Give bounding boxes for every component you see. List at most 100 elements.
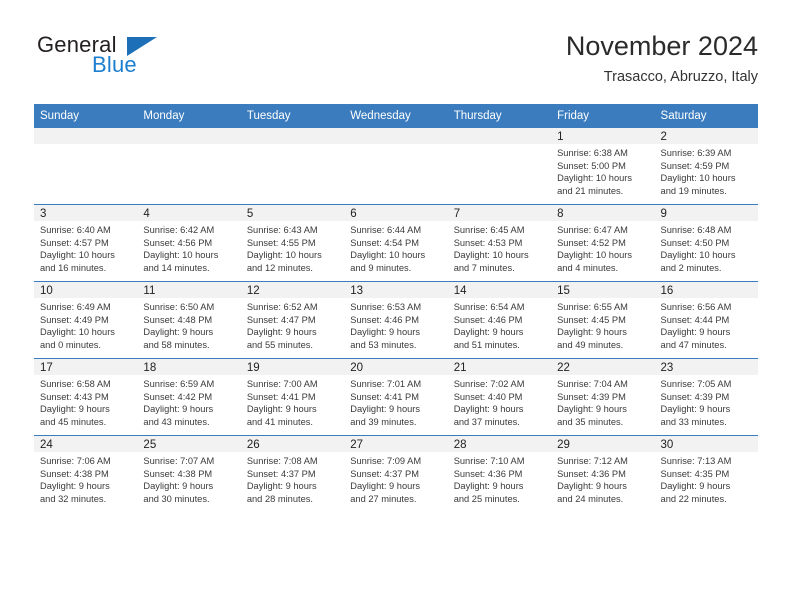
calendar-day-cell[interactable]: 9 Sunrise: 6:48 AM Sunset: 4:50 PM Daylight… (654, 204, 758, 282)
daylight-text-line1: Daylight: 9 hours (40, 481, 110, 492)
sunset-text: Sunset: 4:55 PM (246, 237, 316, 248)
daylight-text-line2: and 0 minutes. (40, 339, 101, 350)
sunset-text: Sunset: 4:50 PM (660, 237, 730, 248)
calendar-day-cell[interactable]: 7 Sunrise: 6:45 AM Sunset: 4:53 PM Daylight… (447, 204, 552, 282)
day-details: Sunrise: 7:13 AM Sunset: 4:35 PM Daylight:… (655, 452, 758, 505)
sunset-text: Sunset: 4:54 PM (350, 237, 419, 248)
calendar-week-row: 3 Sunrise: 6:40 AM Sunset: 4:57 PM Daylight… (34, 204, 758, 282)
daylight-text-line1: Daylight: 9 hours (350, 404, 421, 415)
weekday-header-tuesday: Tuesday (240, 104, 345, 128)
calendar-day-cell[interactable]: 11 Sunrise: 6:50 AM Sunset: 4:48 PM Dayligh… (137, 281, 241, 359)
day-number: 8 (551, 205, 655, 221)
sunset-text: Sunset: 4:35 PM (660, 468, 730, 479)
sunset-text: Sunset: 4:37 PM (350, 468, 419, 479)
daylight-text-line2: and 14 minutes. (143, 262, 210, 273)
daylight-text-line1: Daylight: 10 hours (557, 250, 633, 261)
sunset-text: Sunset: 4:53 PM (453, 237, 523, 248)
calendar-day-cell[interactable]: 29 Sunrise: 7:12 AM Sunset: 4:36 PM Dayligh… (551, 435, 655, 512)
calendar-day-cell[interactable]: 16 Sunrise: 6:56 AM Sunset: 4:44 PM Dayligh… (654, 281, 758, 359)
sunrise-text: Sunrise: 7:01 AM (350, 379, 422, 389)
general-blue-logo[interactable]: General Blue (34, 30, 294, 90)
daylight-text-line1: Daylight: 9 hours (453, 327, 524, 338)
calendar-day-cell[interactable]: 20 Sunrise: 7:01 AM Sunset: 4:41 PM Dayligh… (344, 358, 448, 436)
calendar-day-cell[interactable]: 23 Sunrise: 7:05 AM Sunset: 4:39 PM Dayligh… (654, 358, 758, 436)
calendar-day-cell[interactable]: 24 Sunrise: 7:06 AM Sunset: 4:38 PM Dayligh… (34, 435, 138, 512)
daylight-text-line1: Daylight: 9 hours (557, 404, 627, 415)
daylight-text-line1: Daylight: 9 hours (40, 404, 110, 415)
calendar-day-cell[interactable]: 19 Sunrise: 7:00 AM Sunset: 4:41 PM Dayligh… (240, 358, 345, 436)
day-number: 1 (551, 128, 655, 144)
day-number (137, 128, 241, 144)
sunrise-text: Sunrise: 7:00 AM (246, 379, 318, 389)
sunset-text: Sunset: 5:00 PM (557, 160, 626, 171)
day-number: 28 (447, 436, 552, 452)
calendar-day-cell[interactable]: 6 Sunrise: 6:44 AM Sunset: 4:54 PM Daylight… (344, 204, 448, 282)
day-details: Sunrise: 7:01 AM Sunset: 4:41 PM Daylight:… (344, 375, 447, 428)
calendar-day-cell-empty (34, 128, 138, 205)
calendar-day-cell[interactable]: 5 Sunrise: 6:43 AM Sunset: 4:55 PM Daylight… (240, 204, 345, 282)
sunrise-text: Sunrise: 7:07 AM (143, 456, 215, 466)
sunrise-text: Sunrise: 6:44 AM (350, 225, 422, 235)
calendar-day-cell[interactable]: 1 Sunrise: 6:38 AM Sunset: 5:00 PM Daylight… (551, 128, 655, 205)
calendar-day-cell[interactable]: 28 Sunrise: 7:10 AM Sunset: 4:36 PM Dayligh… (447, 435, 552, 512)
calendar-day-cell[interactable]: 21 Sunrise: 7:02 AM Sunset: 4:40 PM Dayligh… (447, 358, 552, 436)
daylight-text-line1: Daylight: 9 hours (660, 481, 731, 492)
daylight-text-line1: Daylight: 9 hours (143, 404, 214, 415)
calendar-day-cell[interactable]: 10 Sunrise: 6:49 AM Sunset: 4:49 PM Dayligh… (34, 281, 138, 359)
sunrise-sunset-calendar-table: Sunday Monday Tuesday Wednesday Thursday… (34, 104, 758, 512)
day-details: Sunrise: 6:56 AM Sunset: 4:44 PM Daylight:… (655, 298, 758, 351)
sunrise-text: Sunrise: 6:54 AM (453, 302, 525, 312)
calendar-day-cell[interactable]: 14 Sunrise: 6:54 AM Sunset: 4:46 PM Dayligh… (447, 281, 552, 359)
daylight-text-line2: and 55 minutes. (246, 339, 313, 350)
calendar-day-cell[interactable]: 26 Sunrise: 7:08 AM Sunset: 4:37 PM Dayligh… (240, 435, 345, 512)
day-number: 2 (654, 128, 758, 144)
calendar-day-cell[interactable]: 18 Sunrise: 6:59 AM Sunset: 4:42 PM Dayligh… (137, 358, 241, 436)
sunrise-text: Sunrise: 6:43 AM (246, 225, 318, 235)
sunset-text: Sunset: 4:46 PM (350, 314, 419, 325)
daylight-text-line2: and 35 minutes. (557, 416, 624, 427)
day-details: Sunrise: 7:05 AM Sunset: 4:39 PM Daylight:… (655, 375, 758, 428)
daylight-text-line2: and 47 minutes. (660, 339, 727, 350)
sunrise-text: Sunrise: 6:40 AM (40, 225, 111, 235)
day-number: 7 (447, 205, 552, 221)
sunrise-text: Sunrise: 7:12 AM (557, 456, 628, 466)
calendar-day-cell[interactable]: 12 Sunrise: 6:52 AM Sunset: 4:47 PM Dayligh… (240, 281, 345, 359)
day-number: 26 (240, 436, 345, 452)
calendar-day-cell[interactable]: 22 Sunrise: 7:04 AM Sunset: 4:39 PM Dayligh… (551, 358, 655, 436)
sunset-text: Sunset: 4:36 PM (453, 468, 523, 479)
sunrise-text: Sunrise: 6:38 AM (557, 148, 628, 158)
calendar-day-cell[interactable]: 25 Sunrise: 7:07 AM Sunset: 4:38 PM Dayligh… (137, 435, 241, 512)
daylight-text-line2: and 7 minutes. (453, 262, 515, 273)
day-details: Sunrise: 6:40 AM Sunset: 4:57 PM Daylight:… (34, 221, 137, 274)
calendar-day-cell[interactable]: 2 Sunrise: 6:39 AM Sunset: 4:59 PM Daylight… (654, 128, 758, 205)
calendar-day-cell[interactable]: 17 Sunrise: 6:58 AM Sunset: 4:43 PM Dayligh… (34, 358, 138, 436)
day-number: 24 (34, 436, 138, 452)
calendar-page: General Blue November 2024 Trasacco, Abr… (0, 0, 792, 612)
daylight-text-line2: and 37 minutes. (453, 416, 520, 427)
calendar-day-cell[interactable]: 3 Sunrise: 6:40 AM Sunset: 4:57 PM Daylight… (34, 204, 138, 282)
calendar-day-cell[interactable]: 13 Sunrise: 6:53 AM Sunset: 4:46 PM Dayligh… (344, 281, 448, 359)
day-number: 10 (34, 282, 138, 298)
daylight-text-line2: and 2 minutes. (660, 262, 722, 273)
sunset-text: Sunset: 4:45 PM (557, 314, 626, 325)
calendar-day-cell-empty (447, 128, 552, 205)
sunrise-text: Sunrise: 7:09 AM (350, 456, 422, 466)
weekday-header-sunday: Sunday (34, 104, 138, 128)
calendar-day-cell[interactable]: 30 Sunrise: 7:13 AM Sunset: 4:35 PM Dayligh… (654, 435, 758, 512)
daylight-text-line1: Daylight: 10 hours (40, 250, 115, 261)
day-details: Sunrise: 6:52 AM Sunset: 4:47 PM Daylight:… (241, 298, 344, 351)
calendar-day-cell[interactable]: 8 Sunrise: 6:47 AM Sunset: 4:52 PM Daylight… (551, 204, 655, 282)
sunset-text: Sunset: 4:44 PM (660, 314, 730, 325)
sunset-text: Sunset: 4:37 PM (246, 468, 316, 479)
daylight-text-line2: and 28 minutes. (246, 493, 313, 504)
calendar-day-cell[interactable]: 27 Sunrise: 7:09 AM Sunset: 4:37 PM Dayligh… (344, 435, 448, 512)
sunset-text: Sunset: 4:43 PM (40, 391, 109, 402)
day-number: 15 (551, 282, 655, 298)
day-details: Sunrise: 7:09 AM Sunset: 4:37 PM Daylight:… (344, 452, 447, 505)
daylight-text-line1: Daylight: 10 hours (40, 327, 115, 338)
calendar-day-cell[interactable]: 15 Sunrise: 6:55 AM Sunset: 4:45 PM Dayligh… (551, 281, 655, 359)
day-details: Sunrise: 6:44 AM Sunset: 4:54 PM Daylight:… (344, 221, 447, 274)
sunset-text: Sunset: 4:39 PM (557, 391, 626, 402)
day-number: 30 (654, 436, 758, 452)
calendar-day-cell[interactable]: 4 Sunrise: 6:42 AM Sunset: 4:56 PM Daylight… (137, 204, 241, 282)
